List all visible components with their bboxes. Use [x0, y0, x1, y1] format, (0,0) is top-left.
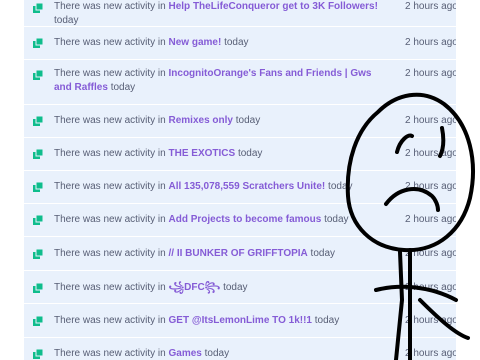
activity-prefix: There was new activity in — [54, 348, 166, 359]
activity-message: There was new activity in ꧁DFC꧂ today — [54, 281, 384, 295]
studio-icon — [33, 182, 43, 192]
activity-row: There was new activity in Remixes only t… — [24, 105, 456, 138]
activity-message: There was new activity in GET @ItsLemonL… — [54, 314, 384, 328]
studio-link[interactable]: Games — [169, 348, 202, 359]
activity-row: There was new activity in IncognitoOrang… — [24, 60, 456, 105]
activity-when: today — [110, 82, 136, 93]
activity-when: today — [328, 181, 353, 192]
activity-time: 2 hours ago — [405, 214, 456, 225]
studio-link[interactable]: ꧁DFC꧂ — [169, 282, 221, 293]
studio-icon — [33, 38, 43, 48]
activity-prefix: There was new activity in — [54, 181, 166, 192]
studio-icon — [33, 249, 43, 259]
activity-prefix: There was new activity in — [54, 68, 166, 79]
activity-time: 2 hours ago — [405, 348, 456, 359]
studio-icon — [33, 316, 43, 326]
activity-when: today — [235, 115, 261, 126]
activity-prefix: There was new activity in — [54, 115, 166, 126]
studio-link[interactable]: GET @ItsLemonLime TO 1k!!1 — [169, 315, 312, 326]
activity-row: There was new activity in Add Projects t… — [24, 204, 456, 237]
activity-row: There was new activity in All 135,078,55… — [24, 171, 456, 204]
activity-prefix: There was new activity in — [54, 315, 166, 326]
studio-icon — [33, 283, 43, 293]
studio-icon — [33, 149, 43, 159]
studio-link[interactable]: THE EXOTICS — [169, 148, 236, 159]
activity-message: There was new activity in Remixes only t… — [54, 114, 384, 128]
studio-icon — [33, 116, 43, 126]
activity-row: There was new activity in GET @ItsLemonL… — [24, 304, 456, 338]
activity-when: today — [224, 37, 249, 48]
activity-time: 2 hours ago — [405, 37, 456, 48]
activity-message: There was new activity in IncognitoOrang… — [54, 67, 384, 95]
activity-prefix: There was new activity in — [54, 37, 166, 48]
activity-when: today — [324, 214, 349, 225]
activity-time: 2 hours ago — [405, 181, 456, 192]
studio-link[interactable]: Remixes only — [169, 115, 233, 126]
activity-prefix: There was new activity in — [54, 248, 166, 259]
activity-time: 2 hours ago — [405, 248, 456, 259]
activity-message: There was new activity in Add Projects t… — [54, 213, 384, 227]
studio-link[interactable]: Add Projects to become famous — [169, 214, 322, 225]
studio-icon — [33, 70, 43, 80]
activity-message: There was new activity in Games today — [54, 347, 384, 360]
activity-message: There was new activity in THE EXOTICS to… — [54, 147, 384, 161]
activity-when: today — [237, 148, 263, 159]
activity-row: There was new activity in Help TheLifeCo… — [24, 0, 456, 27]
activity-time: 2 hours ago — [405, 148, 456, 159]
activity-when: today — [204, 348, 230, 359]
activity-time: 2 hours ago — [405, 315, 456, 326]
activity-when: today — [314, 315, 340, 326]
activity-prefix: There was new activity in — [54, 1, 166, 12]
activity-time: 2 hours ago — [405, 282, 456, 293]
activity-message: There was new activity in Help TheLifeCo… — [54, 0, 384, 28]
activity-time: 2 hours ago — [405, 1, 456, 12]
studio-link[interactable]: All 135,078,559 Scratchers Unite! — [169, 181, 326, 192]
activity-time: 2 hours ago — [405, 68, 456, 79]
activity-row: There was new activity in Games today 2 … — [24, 338, 456, 360]
activity-message: There was new activity in All 135,078,55… — [54, 180, 384, 194]
studio-link[interactable]: New game! — [169, 37, 222, 48]
activity-message: There was new activity in // II BUNKER O… — [54, 247, 384, 261]
activity-message: There was new activity in New game! toda… — [54, 36, 384, 50]
studio-icon — [33, 3, 43, 13]
studio-icon — [33, 215, 43, 225]
activity-prefix: There was new activity in — [54, 148, 166, 159]
activity-prefix: There was new activity in — [54, 214, 166, 225]
activity-when: today — [310, 248, 336, 259]
studio-link[interactable]: // II BUNKER OF GRIFFTOPIA — [169, 248, 308, 259]
activity-row: There was new activity in ꧁DFC꧂ today 2 … — [24, 271, 456, 304]
activity-feed: There was new activity in Help TheLifeCo… — [24, 0, 456, 360]
activity-when: today — [223, 282, 248, 293]
activity-time: 2 hours ago — [405, 115, 456, 126]
activity-when: today — [54, 15, 79, 26]
studio-link[interactable]: Help TheLifeConqueror get to 3K Follower… — [169, 1, 378, 12]
activity-row: There was new activity in THE EXOTICS to… — [24, 138, 456, 171]
studio-icon — [33, 349, 43, 359]
activity-row: There was new activity in New game! toda… — [24, 27, 456, 60]
activity-prefix: There was new activity in — [54, 282, 166, 293]
activity-row: There was new activity in // II BUNKER O… — [24, 237, 456, 271]
